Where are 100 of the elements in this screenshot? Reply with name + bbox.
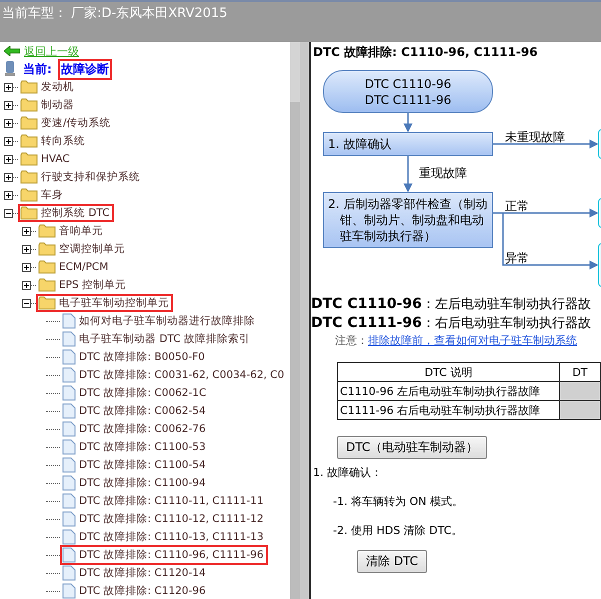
tree-item[interactable]: DTC 故障排除: C1100-94 (60, 473, 210, 493)
expand-toggle[interactable] (4, 154, 13, 164)
tree-item[interactable]: EPS 控制单元 (36, 276, 130, 294)
tree-item[interactable]: 电子驻车制动器 DTC 故障排除索引 (60, 329, 254, 349)
step-text: -1. 将车辆转为 ON 模式。 (333, 494, 463, 509)
tree-item[interactable]: DTC 故障排除: B0050-F0 (60, 347, 209, 367)
column-header: DTC 说明 (338, 362, 560, 382)
dtc-code: DTC C1111-96 (311, 315, 422, 331)
dtc-description: ：左后电动驻车制动执行器故 (422, 297, 591, 312)
tree-item[interactable]: DTC 故障排除: C1110-96, C1111-96 (60, 545, 268, 565)
note-label: 注意： (335, 334, 368, 347)
expand-toggle[interactable] (4, 172, 13, 182)
document-icon (62, 457, 76, 473)
table-cell (559, 382, 600, 400)
folder-icon (20, 80, 38, 94)
step-text: -2. 使用 HDS 清除 DTC。 (333, 523, 462, 538)
step-heading: 1. 故障确认： (313, 465, 382, 480)
tree-item[interactable]: 控制系统 DTC (18, 204, 114, 222)
computer-icon (4, 61, 16, 77)
folder-icon (20, 152, 38, 166)
folder-icon (20, 206, 38, 220)
start-node: DTC C1110-96 DTC C1111-96 (323, 70, 493, 113)
tree-item[interactable]: DTC 故障排除: C0062-54 (60, 401, 210, 421)
branch-label: 异常 (505, 250, 529, 267)
tree-item[interactable]: HVAC (18, 150, 74, 168)
tree-item[interactable]: DTC 故障排除: C1100-53 (60, 437, 210, 457)
expand-toggle[interactable] (4, 82, 13, 92)
tree-item[interactable]: 如何对电子驻车制动器进行故障排除 (60, 311, 259, 331)
table-cell (559, 400, 600, 420)
expand-toggle[interactable] (22, 226, 31, 236)
dtc-button[interactable]: DTC（电动驻车制动器） (337, 436, 488, 459)
tree-item[interactable]: 电子驻车制动控制单元 (36, 294, 173, 312)
dtc-description: ：右后电动驻车制动执行器故 (422, 316, 591, 331)
folder-icon (38, 260, 56, 274)
tree-item[interactable]: DTC 故障排除: C1110-12, C1111-12 (60, 509, 268, 529)
page-title: DTC 故障排除: C1110-96, C1111-96 (312, 44, 538, 61)
dtc-code: DTC C1110-96 (311, 296, 422, 312)
back-arrow-icon (4, 46, 20, 56)
tree-item[interactable]: 空调控制单元 (36, 240, 129, 258)
tree-item[interactable]: ECM/PCM (36, 258, 112, 276)
expand-toggle[interactable] (4, 100, 13, 110)
tree-item[interactable]: DTC 故障排除: C1120-96 (60, 581, 210, 599)
branch-label: 正常 (505, 198, 529, 215)
expand-toggle[interactable] (4, 118, 13, 128)
document-icon (62, 547, 76, 563)
tree-item[interactable]: DTC 故障排除: C0062-76 (60, 419, 210, 439)
tree-item[interactable]: DTC 故障排除: C0031-62, C0034-62, C0 (60, 365, 288, 385)
tree-item[interactable]: 变速/传动系统 (18, 114, 115, 132)
tree-item[interactable]: DTC 故障排除: C1120-14 (60, 563, 210, 583)
step-node: 1. 故障确认 (323, 132, 493, 156)
tree-item[interactable]: DTC 故障排除: C1110-13, C1111-13 (60, 527, 268, 547)
document-icon (62, 565, 76, 581)
document-icon (62, 313, 76, 329)
tree-item[interactable]: 转向系统 (18, 132, 89, 150)
current-section: 故障诊断 (58, 58, 112, 80)
expand-toggle[interactable] (22, 298, 31, 308)
tree-item[interactable]: DTC 故障排除: C1110-11, C1111-11 (60, 491, 268, 511)
document-icon (62, 421, 76, 437)
document-icon (62, 493, 76, 509)
document-icon (62, 511, 76, 527)
document-icon (62, 331, 76, 347)
tree-item[interactable]: DTC 故障排除: C1100-54 (60, 455, 210, 475)
vehicle-title: 当前车型： 厂家:D-东风本田XRV2015 (2, 6, 228, 21)
folder-icon (20, 188, 38, 202)
folder-icon (20, 98, 38, 112)
tree-item[interactable]: 行驶支持和保护系统 (18, 168, 144, 186)
folder-icon (38, 242, 56, 256)
table-cell: C1111-96 右后电动驻车制动执行器故障 (338, 400, 560, 420)
tree-item[interactable]: DTC 故障排除: C0062-1C (60, 383, 210, 403)
expand-toggle[interactable] (22, 262, 31, 272)
document-icon (62, 385, 76, 401)
table-cell: C1110-96 左后电动驻车制动执行器故障 (338, 382, 560, 400)
flow-arrow (404, 113, 412, 132)
folder-icon (20, 170, 38, 184)
note-link[interactable]: 排除故障前，查看如何对电子驻车制动系统 (368, 334, 577, 347)
expand-toggle[interactable] (4, 208, 13, 218)
branch-label: 未重现故障 (505, 129, 565, 146)
folder-icon (38, 278, 56, 292)
folder-icon (38, 224, 56, 238)
tree-item[interactable]: 车身 (18, 186, 67, 204)
tree-item[interactable]: 音响单元 (36, 222, 107, 240)
document-icon (62, 367, 76, 383)
document-icon (62, 529, 76, 545)
expand-toggle[interactable] (4, 190, 13, 200)
document-icon (62, 349, 76, 365)
expand-toggle[interactable] (22, 280, 31, 290)
expand-toggle[interactable] (22, 244, 31, 254)
document-icon (62, 475, 76, 491)
step-node: 2. 后制动器零部件检查（制动钳、制动片、制动盘和电动驻车制动执行器） (323, 192, 493, 248)
folder-icon (20, 116, 38, 130)
folder-icon (38, 296, 56, 310)
document-icon (62, 439, 76, 455)
clear-dtc-button[interactable]: 清除 DTC (357, 550, 428, 573)
tree-item[interactable]: 制动器 (18, 96, 78, 114)
flow-arrow (404, 155, 412, 192)
expand-toggle[interactable] (4, 136, 13, 146)
branch-label: 重现故障 (419, 165, 467, 182)
folder-icon (20, 134, 38, 148)
document-icon (62, 583, 76, 599)
tree-item[interactable]: 发动机 (18, 78, 78, 96)
